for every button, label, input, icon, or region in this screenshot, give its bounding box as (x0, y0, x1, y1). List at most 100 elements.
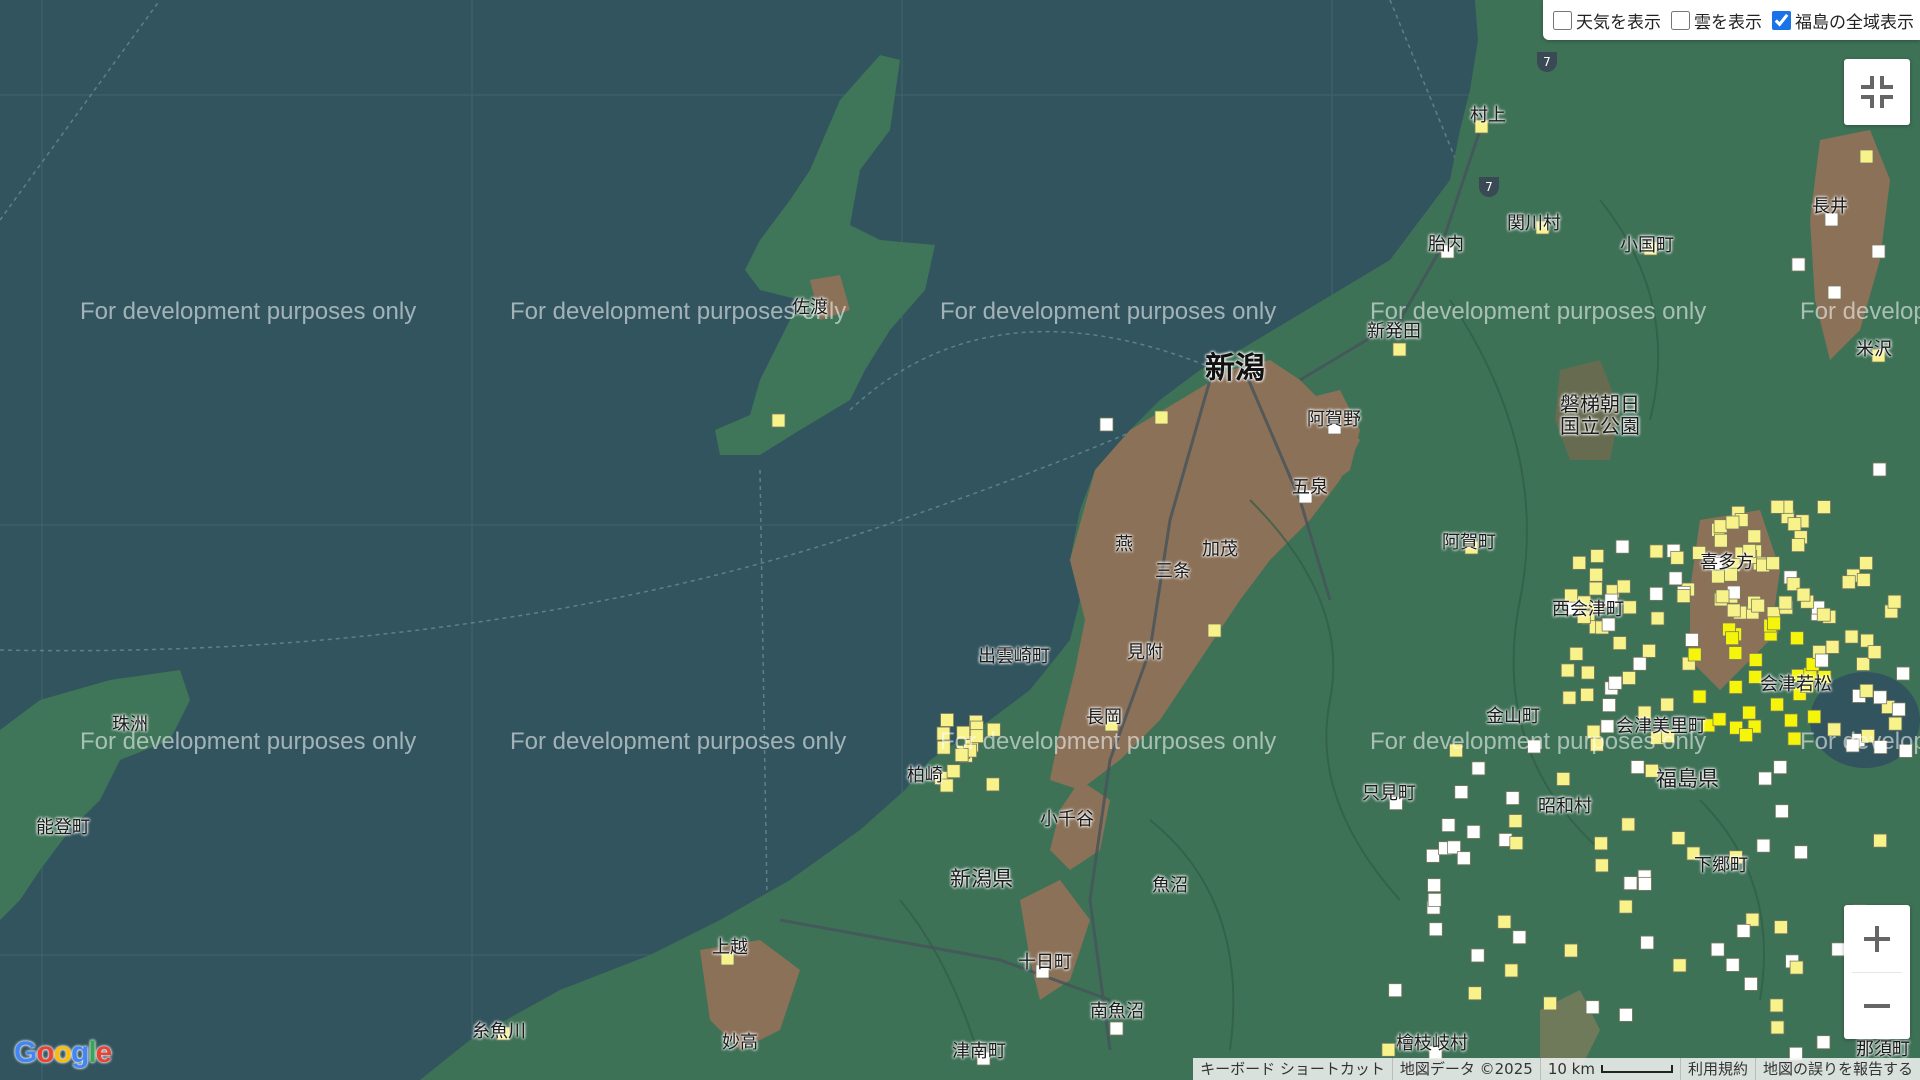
station-marker[interactable] (1632, 656, 1647, 671)
station-marker[interactable] (1562, 690, 1577, 705)
station-marker[interactable] (1207, 623, 1222, 638)
station-marker[interactable] (1729, 850, 1743, 865)
station-marker[interactable] (1778, 595, 1793, 610)
station-marker[interactable] (1796, 587, 1811, 602)
station-marker[interactable] (1594, 858, 1609, 873)
station-marker[interactable] (1670, 550, 1685, 565)
station-marker[interactable] (1686, 846, 1701, 861)
station-marker[interactable] (1441, 818, 1456, 833)
station-marker[interactable] (1585, 1000, 1600, 1015)
station-marker[interactable] (1725, 515, 1740, 530)
station-marker[interactable] (1845, 738, 1860, 753)
station-marker[interactable] (940, 713, 954, 727)
station-marker[interactable] (1725, 958, 1740, 972)
station-marker[interactable] (1709, 556, 1724, 571)
station-marker[interactable] (1896, 666, 1910, 681)
station-marker[interactable] (1466, 825, 1481, 839)
station-marker[interactable] (1692, 689, 1707, 704)
station-marker[interactable] (1509, 836, 1524, 850)
station-marker[interactable] (1725, 631, 1740, 646)
station-marker[interactable] (1512, 930, 1527, 945)
station-marker[interactable] (1564, 588, 1578, 603)
station-marker[interactable] (1612, 636, 1627, 650)
station-marker[interactable] (1456, 851, 1471, 866)
station-marker[interactable] (1640, 935, 1655, 950)
station-marker[interactable] (1713, 533, 1728, 548)
weather-toggle[interactable]: 天気を表示 (1553, 8, 1661, 33)
station-marker[interactable] (1739, 728, 1753, 743)
station-marker[interactable] (1298, 489, 1313, 504)
station-marker[interactable] (1643, 241, 1658, 256)
station-marker[interactable] (1774, 804, 1789, 819)
station-marker[interactable] (1871, 348, 1886, 363)
station-marker[interactable] (985, 777, 1000, 792)
station-marker[interactable] (1860, 633, 1875, 648)
station-marker[interactable] (1630, 760, 1645, 774)
station-marker[interactable] (1672, 958, 1687, 973)
station-marker[interactable] (936, 726, 951, 741)
station-marker[interactable] (1622, 600, 1637, 615)
station-marker[interactable] (1590, 737, 1604, 752)
station-marker[interactable] (1827, 285, 1842, 300)
station-marker[interactable] (1861, 729, 1875, 743)
station-marker[interactable] (1726, 603, 1741, 618)
station-marker[interactable] (1644, 763, 1659, 778)
station-marker[interactable] (1671, 831, 1686, 845)
station-marker[interactable] (986, 722, 1001, 737)
station-marker[interactable] (1794, 845, 1808, 860)
station-marker[interactable] (1887, 594, 1902, 609)
station-marker[interactable] (1715, 589, 1730, 604)
station-marker[interactable] (1601, 617, 1616, 632)
station-marker[interactable] (1872, 462, 1887, 477)
station-marker[interactable] (1580, 687, 1594, 702)
fukushima-toggle[interactable]: 福島の全域表示 (1772, 8, 1914, 33)
station-marker[interactable] (1807, 709, 1822, 724)
station-marker[interactable] (1692, 545, 1707, 560)
scale-control[interactable]: 10 km (1539, 1058, 1680, 1080)
station-marker[interactable] (1566, 601, 1580, 616)
station-marker[interactable] (1099, 417, 1114, 432)
station-marker[interactable] (1712, 712, 1727, 727)
station-marker[interactable] (1594, 836, 1608, 851)
station-marker[interactable] (1615, 539, 1630, 554)
station-marker[interactable] (1381, 1042, 1396, 1057)
station-marker[interactable] (1602, 698, 1616, 713)
station-marker[interactable] (1859, 556, 1873, 570)
station-marker[interactable] (1035, 964, 1050, 979)
station-marker[interactable] (1751, 598, 1766, 613)
station-marker[interactable] (1588, 581, 1603, 596)
station-marker[interactable] (1711, 569, 1725, 584)
station-marker[interactable] (1728, 646, 1743, 660)
fukushima-checkbox[interactable] (1772, 10, 1791, 30)
station-marker[interactable] (1508, 814, 1523, 828)
station-marker[interactable] (1661, 729, 1675, 744)
station-marker[interactable] (1816, 1035, 1831, 1050)
station-marker[interactable] (1770, 1020, 1785, 1035)
station-marker[interactable] (1668, 571, 1683, 586)
station-marker[interactable] (1392, 342, 1407, 357)
station-marker[interactable] (1825, 640, 1840, 654)
station-marker[interactable] (1873, 833, 1888, 848)
station-marker[interactable] (1774, 920, 1788, 935)
station-marker[interactable] (1471, 761, 1486, 776)
station-marker[interactable] (1800, 679, 1814, 693)
station-marker[interactable] (1773, 760, 1788, 775)
zoom-out-button[interactable] (1844, 973, 1910, 1039)
station-marker[interactable] (1600, 719, 1615, 734)
station-marker[interactable] (1109, 1021, 1124, 1036)
weather-checkbox[interactable] (1553, 10, 1572, 30)
station-marker[interactable] (1569, 646, 1584, 661)
station-marker[interactable] (1816, 607, 1831, 622)
station-marker[interactable] (1427, 892, 1442, 907)
station-marker[interactable] (1789, 960, 1804, 975)
station-marker[interactable] (1590, 549, 1605, 563)
station-marker[interactable] (1824, 212, 1839, 227)
station-marker[interactable] (1787, 731, 1802, 746)
station-marker[interactable] (1660, 697, 1675, 712)
station-marker[interactable] (1888, 716, 1903, 731)
station-marker[interactable] (946, 764, 961, 779)
station-marker[interactable] (1856, 657, 1870, 671)
station-marker[interactable] (1814, 653, 1829, 668)
fullscreen-button[interactable] (1844, 59, 1910, 125)
station-marker[interactable] (956, 725, 971, 740)
